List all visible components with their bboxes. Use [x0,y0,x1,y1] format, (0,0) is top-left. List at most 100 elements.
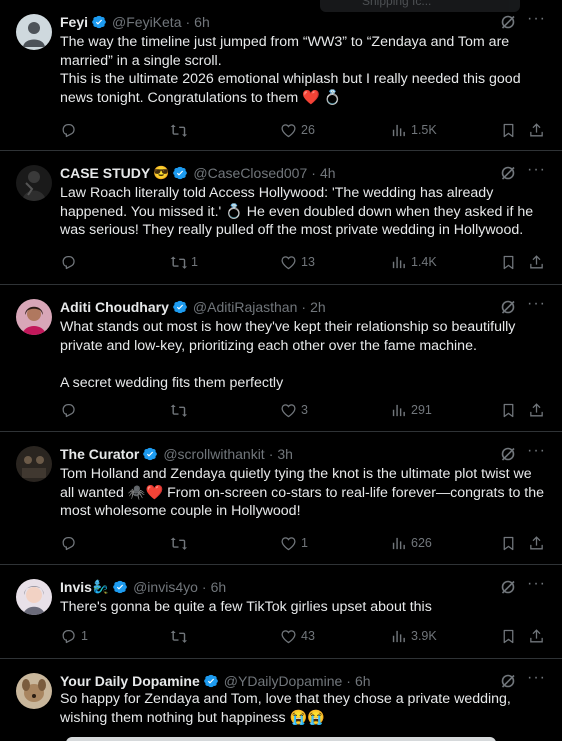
post-time[interactable]: 2h [310,299,326,315]
repost-icon [170,629,187,643]
tweet-text-line: The way the timeline just jumped from “W… [60,34,514,69]
author-handle[interactable]: @scrollwithankit [163,446,264,462]
author-handle[interactable]: @FeyiKeta [112,14,181,30]
post-time[interactable]: 4h [320,165,336,181]
share-button[interactable] [528,122,545,139]
verified-badge-icon [113,580,127,594]
bottom-compose-bar[interactable] [66,737,496,741]
views-button[interactable]: 291 [390,402,432,419]
grok-icon[interactable] [500,579,516,595]
like-count: 13 [301,255,315,269]
author-handle[interactable]: @CaseClosed007 [193,165,307,181]
tweet[interactable]: Aditi Choudhary @AditiRajasthan · 2h ···… [0,285,562,432]
tweet[interactable]: The Curator @scrollwithankit · 3h ··· To… [0,432,562,565]
avatar[interactable] [16,165,52,201]
avatar[interactable] [16,446,52,482]
more-options-icon[interactable]: ··· [527,162,546,178]
post-time[interactable]: 6h [211,579,227,595]
tweet-text-line: There's gonna be quite a few TikTok girl… [60,599,432,615]
repost-icon [170,255,187,269]
tweet[interactable]: Your Daily Dopamine @YDailyDopamine · 6h… [0,659,562,741]
bookmark-button[interactable] [500,402,517,419]
grok-icon[interactable] [500,673,516,689]
avatar[interactable] [16,579,52,615]
like-button[interactable]: 1 [280,535,308,552]
avatar[interactable] [16,673,52,709]
author-name[interactable]: Your Daily Dopamine [60,673,200,689]
share-button[interactable] [528,628,545,645]
verified-badge-icon [173,166,188,180]
name-emoji: 😎 [153,165,170,180]
tweet-header: Feyi @FeyiKeta · 6h [60,12,546,32]
tweet[interactable]: Invis 🧞‍♂️ @invis4yo · 6h ··· There's go… [0,565,562,659]
views-chart-icon [392,404,405,416]
reply-button[interactable] [60,402,81,419]
repost-button[interactable] [170,628,191,645]
reply-button[interactable]: 1 [60,628,88,645]
author-name[interactable]: The Curator [60,446,139,462]
repost-count: 1 [191,255,198,269]
views-button[interactable]: 626 [390,535,432,552]
tweet-text: Law Roach literally told Access Hollywoo… [60,184,548,240]
tweet-actions: 1 43 3.9K [60,626,550,646]
share-icon [530,535,543,549]
reply-icon [62,536,75,550]
repost-button[interactable] [170,402,191,419]
reply-icon [62,403,75,417]
like-button[interactable]: 43 [280,628,315,645]
share-button[interactable] [528,535,545,552]
tweet[interactable]: Feyi @FeyiKeta · 6h ··· The way the time… [0,0,562,151]
heart-icon [281,403,296,417]
tweet[interactable]: CASE STUDY 😎 @CaseClosed007 · 4h ··· Law… [0,151,562,285]
grok-icon[interactable] [500,14,516,30]
author-name[interactable]: Invis [60,579,92,595]
repost-button[interactable] [170,535,191,552]
avatar[interactable] [16,299,52,335]
dog-avatar-icon [16,673,52,709]
views-count: 626 [411,536,432,550]
more-options-icon[interactable]: ··· [527,11,546,27]
repost-button[interactable]: 1 [170,254,198,271]
views-chart-icon [392,630,405,642]
reply-button[interactable] [60,535,81,552]
bookmark-button[interactable] [500,122,517,139]
repost-button[interactable] [170,122,191,139]
more-options-icon[interactable]: ··· [527,576,546,592]
verified-badge-icon [173,300,187,314]
separator-dot: · [201,579,207,595]
like-count: 3 [301,403,308,417]
author-name[interactable]: CASE STUDY [60,165,150,181]
share-button[interactable] [528,402,545,419]
views-chart-icon [392,256,405,268]
bookmark-button[interactable] [500,535,517,552]
share-button[interactable] [528,254,545,271]
grok-icon[interactable] [500,165,516,181]
tweet-header: Invis 🧞‍♂️ @invis4yo · 6h [60,577,546,597]
author-handle[interactable]: @invis4yo [133,579,198,595]
more-options-icon[interactable]: ··· [527,296,546,312]
reply-button[interactable] [60,122,81,139]
heart-icon [281,123,296,137]
grok-icon[interactable] [500,299,516,315]
reply-button[interactable] [60,254,81,271]
like-button[interactable]: 3 [280,402,308,419]
bookmark-button[interactable] [500,628,517,645]
bookmark-button[interactable] [500,254,517,271]
post-time[interactable]: 6h [355,673,371,689]
views-button[interactable]: 1.5K [390,122,437,139]
author-name[interactable]: Aditi Choudhary [60,299,169,315]
heart-icon [281,536,296,550]
views-button[interactable]: 1.4K [390,254,437,271]
post-time[interactable]: 6h [194,14,210,30]
like-button[interactable]: 26 [280,122,315,139]
more-options-icon[interactable]: ··· [527,443,546,459]
author-handle[interactable]: @YDailyDopamine [224,673,342,689]
grok-icon[interactable] [500,446,516,462]
post-time[interactable]: 3h [277,446,293,462]
like-button[interactable]: 13 [280,254,315,271]
avatar[interactable] [16,14,52,50]
views-button[interactable]: 3.9K [390,628,437,645]
author-handle[interactable]: @AditiRajasthan [193,299,298,315]
author-name[interactable]: Feyi [60,14,88,30]
more-options-icon[interactable]: ··· [527,670,546,686]
